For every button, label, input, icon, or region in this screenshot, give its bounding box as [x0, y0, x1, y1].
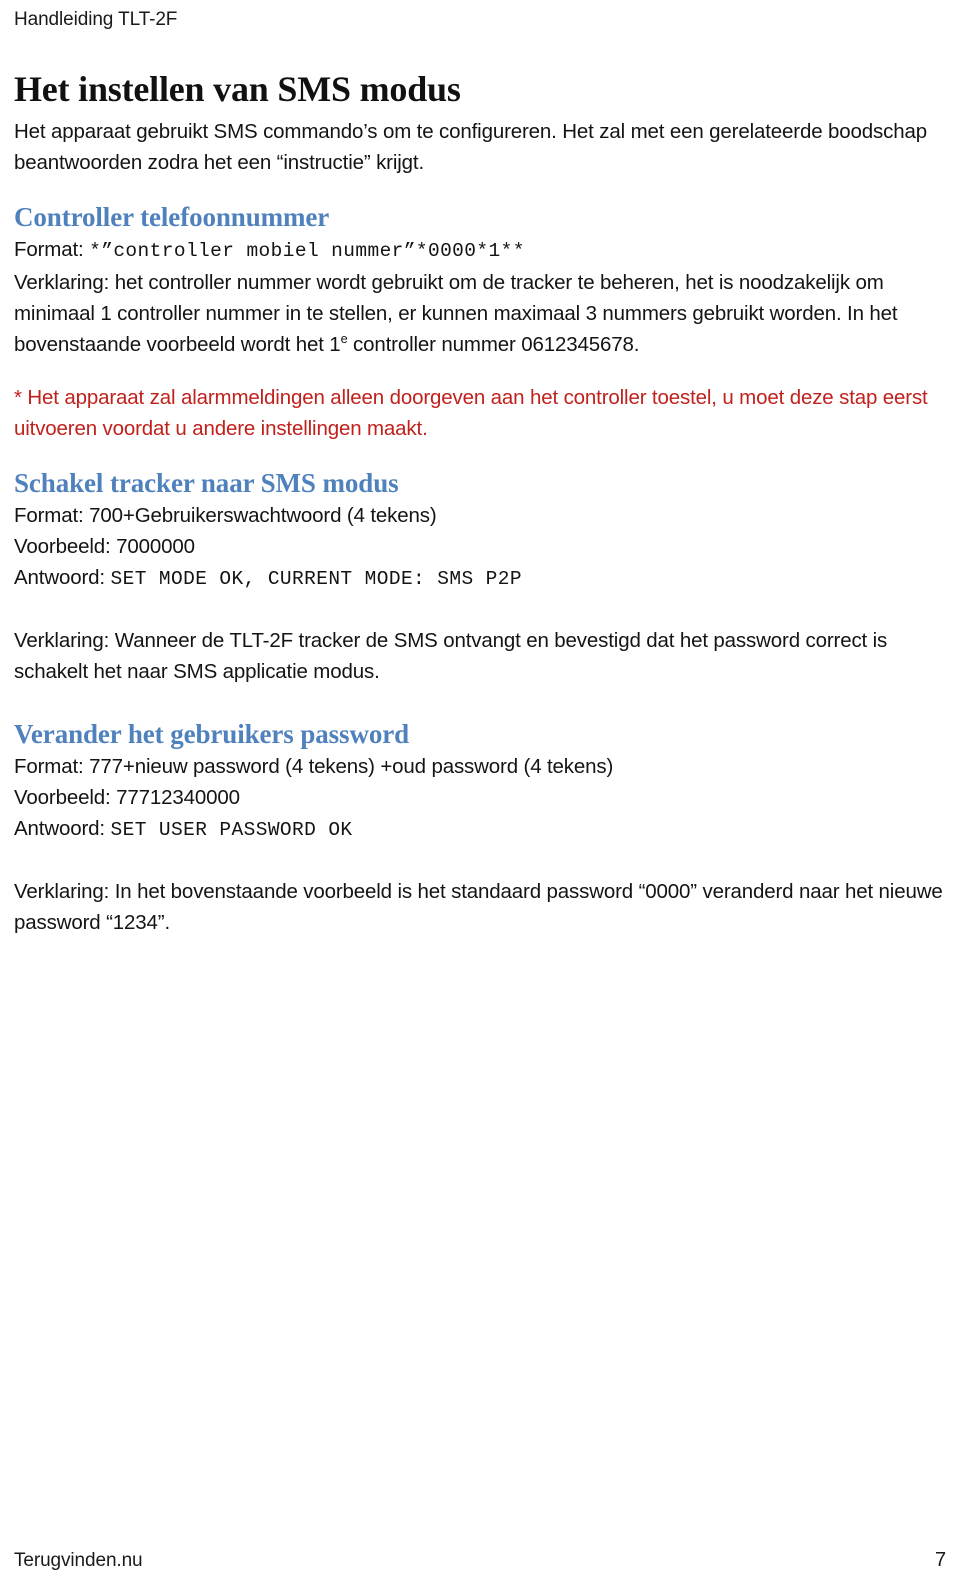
format-line-schakel: Format: 700+Gebruikerswachtwoord (4 teke…: [14, 500, 946, 531]
footer-page-number: 7: [934, 1549, 946, 1571]
section-heading-schakel-tracker: Schakel tracker naar SMS modus: [14, 468, 399, 498]
explanation-controller: Verklaring: het controller nummer wordt …: [14, 267, 946, 360]
answer-label: Antwoord:: [14, 566, 111, 589]
section-heading-verander-password: Verander het gebruikers password: [14, 719, 410, 749]
footer-left-text: Terugvinden.nu: [14, 1550, 143, 1571]
explanation-schakel: Verklaring: Wanneer de TLT-2F tracker de…: [14, 629, 888, 683]
example-line-password: Voorbeeld: 77712340000: [14, 782, 946, 813]
format-label: Format:: [14, 755, 90, 778]
format-line-password: Format: 777+nieuw password (4 tekens) +o…: [14, 751, 946, 782]
document-page: Handleiding TLT-2F Het instellen van SMS…: [0, 0, 960, 1591]
page-footer: Terugvinden.nu 7: [14, 1548, 946, 1573]
warning-paragraph: * Het apparaat zal alarmmeldingen alleen…: [14, 386, 928, 440]
format-value: 700+Gebruikerswachtwoord (4 tekens): [89, 504, 437, 527]
format-label: Format:: [14, 504, 90, 527]
example-line-schakel: Voorbeeld: 7000000: [14, 531, 946, 562]
section-controller-telefoonnummer: Controller telefoonnummer Format: *”cont…: [14, 200, 946, 360]
format-value: 777+nieuw password (4 tekens) +oud passw…: [89, 755, 614, 778]
example-label: Voorbeeld:: [14, 535, 117, 558]
answer-code: SET MODE OK, CURRENT MODE: SMS P2P: [110, 568, 522, 590]
format-line-controller: Format: *”controller mobiel nummer”*0000…: [14, 234, 946, 267]
intro-paragraph: Het apparaat gebruikt SMS commando’s om …: [14, 120, 927, 174]
example-label: Voorbeeld:: [14, 786, 117, 809]
explanation-password: Verklaring: In het bovenstaande voorbeel…: [14, 880, 943, 934]
example-value: 7000000: [116, 535, 195, 558]
answer-code: SET USER PASSWORD OK: [110, 819, 353, 841]
section-heading-controller-telefoonnummer: Controller telefoonnummer: [14, 202, 330, 232]
section-schakel-tracker-sms-modus: Schakel tracker naar SMS modus Format: 7…: [14, 466, 946, 687]
explanation-text-post: controller nummer 0612345678.: [347, 333, 640, 356]
answer-line-password: Antwoord: SET USER PASSWORD OK: [14, 813, 946, 846]
format-label: Format:: [14, 238, 90, 261]
running-header: Handleiding TLT-2F: [14, 9, 178, 30]
example-value: 77712340000: [116, 786, 240, 809]
answer-line-schakel: Antwoord: SET MODE OK, CURRENT MODE: SMS…: [14, 562, 946, 595]
section-verander-gebruikers-password: Verander het gebruikers password Format:…: [14, 717, 946, 938]
page-title: Het instellen van SMS modus: [14, 69, 461, 109]
format-code: *”controller mobiel nummer”*0000*1**: [89, 240, 525, 262]
answer-label: Antwoord:: [14, 817, 111, 840]
